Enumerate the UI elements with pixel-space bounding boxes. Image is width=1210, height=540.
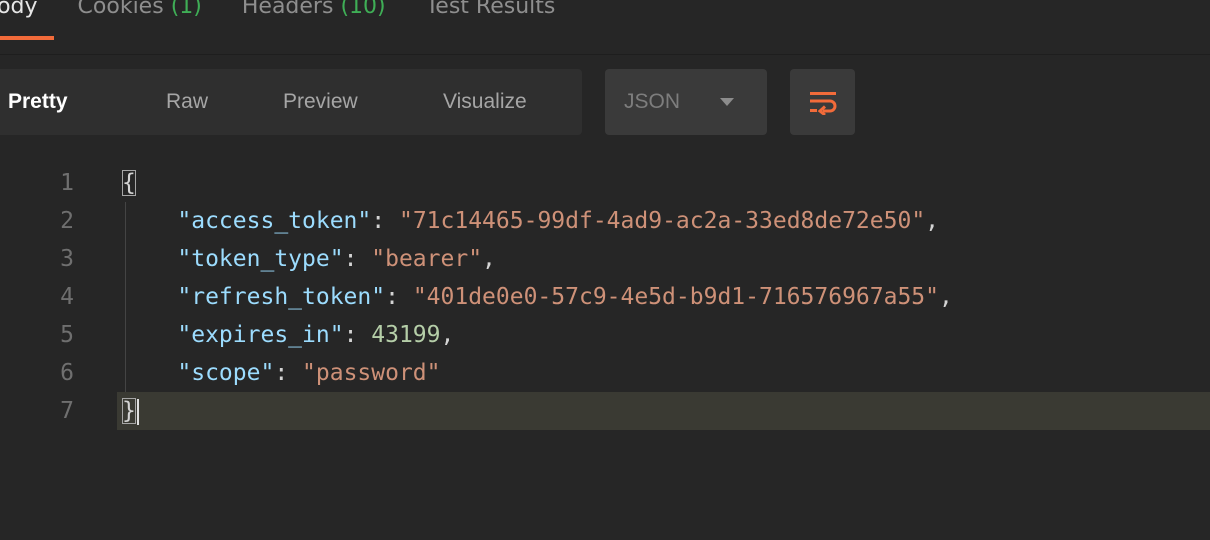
line-number: 6 (60, 360, 74, 386)
json-key: "access_token" (177, 208, 372, 234)
response-body-editor[interactable]: 1 { 2 "access_token": "71c14465-99df-4ad… (0, 164, 1210, 504)
tab-headers-label: Headers (241, 0, 334, 19)
json-trail: , (440, 322, 455, 348)
json-trail: , (482, 246, 496, 272)
code-text: "token_type": "bearer", (177, 246, 496, 272)
code-line: 1 { (0, 164, 1210, 202)
tab-test-results[interactable]: Test Results (426, 0, 556, 19)
line-number: 1 (60, 170, 74, 196)
code-text: "scope": "password" (177, 360, 441, 386)
json-key: "expires_in" (177, 322, 344, 348)
response-panel: Body Cookies (1) Headers (10) Test Resul… (0, 0, 1210, 540)
code-line-current: 7 } (0, 392, 1210, 430)
json-trail: , (939, 284, 953, 310)
chevron-down-icon (720, 98, 734, 106)
json-key: "scope" (177, 360, 275, 386)
raw-button[interactable]: Raw (166, 90, 208, 114)
json-value: 43199 (371, 322, 441, 348)
code-text: "refresh_token": "401de0e0-57c9-4e5d-b9d… (177, 284, 953, 310)
json-trail: , (925, 208, 940, 234)
line-number: 3 (60, 246, 74, 272)
tab-headers[interactable]: Headers (10) (242, 0, 386, 19)
close-brace: } (122, 398, 136, 424)
format-select-value: JSON (624, 90, 681, 113)
code-text: "access_token": "71c14465-99df-4ad9-ac2a… (177, 208, 940, 234)
wrap-lines-icon (809, 92, 836, 115)
code-line: 4 "refresh_token": "401de0e0-57c9-4e5d-b… (0, 278, 1210, 316)
tab-cookies[interactable]: Cookies (1) (78, 0, 202, 19)
code-line: 6 "scope": "password" (0, 354, 1210, 392)
pretty-button[interactable]: Pretty (8, 90, 68, 114)
json-value: "password" (302, 360, 441, 386)
open-brace: { (122, 170, 136, 196)
code-text: } (122, 392, 139, 430)
line-number: 7 (60, 398, 74, 424)
response-tabs: Body Cookies (1) Headers (10) Test Resul… (0, 0, 595, 40)
json-key: "refresh_token" (177, 284, 386, 310)
preview-button[interactable]: Preview (283, 90, 358, 114)
json-value: "401de0e0-57c9-4e5d-b9d1-716576967a55" (412, 284, 940, 310)
format-select[interactable]: JSON (605, 69, 767, 135)
tab-body[interactable]: Body (0, 0, 54, 40)
tab-cookies-label: Cookies (77, 0, 164, 19)
tabs-divider (0, 54, 1210, 55)
line-number: 4 (60, 284, 74, 310)
tab-test-results-label: Test Results (425, 0, 556, 19)
active-tab-indicator (0, 35, 54, 40)
visualize-button[interactable]: Visualize (443, 90, 527, 114)
line-number: 2 (60, 208, 74, 234)
wrap-lines-button[interactable] (790, 69, 855, 135)
code-line: 3 "token_type": "bearer", (0, 240, 1210, 278)
code-line: 2 "access_token": "71c14465-99df-4ad9-ac… (0, 202, 1210, 240)
json-key: "token_type" (177, 246, 344, 272)
text-cursor (136, 398, 139, 425)
code-text: { (122, 164, 136, 202)
tab-cookies-count: (1) (170, 0, 202, 19)
code-text: "expires_in": 43199, (177, 322, 455, 348)
line-number: 5 (60, 322, 74, 348)
tab-body-label: Body (0, 0, 38, 19)
json-value: "71c14465-99df-4ad9-ac2a-33ed8de72e50" (398, 208, 926, 234)
code-line: 5 "expires_in": 43199, (0, 316, 1210, 354)
view-mode-group: Pretty Raw Preview Visualize (0, 69, 582, 135)
json-value: "bearer" (371, 246, 483, 272)
tab-headers-count: (10) (340, 0, 386, 19)
